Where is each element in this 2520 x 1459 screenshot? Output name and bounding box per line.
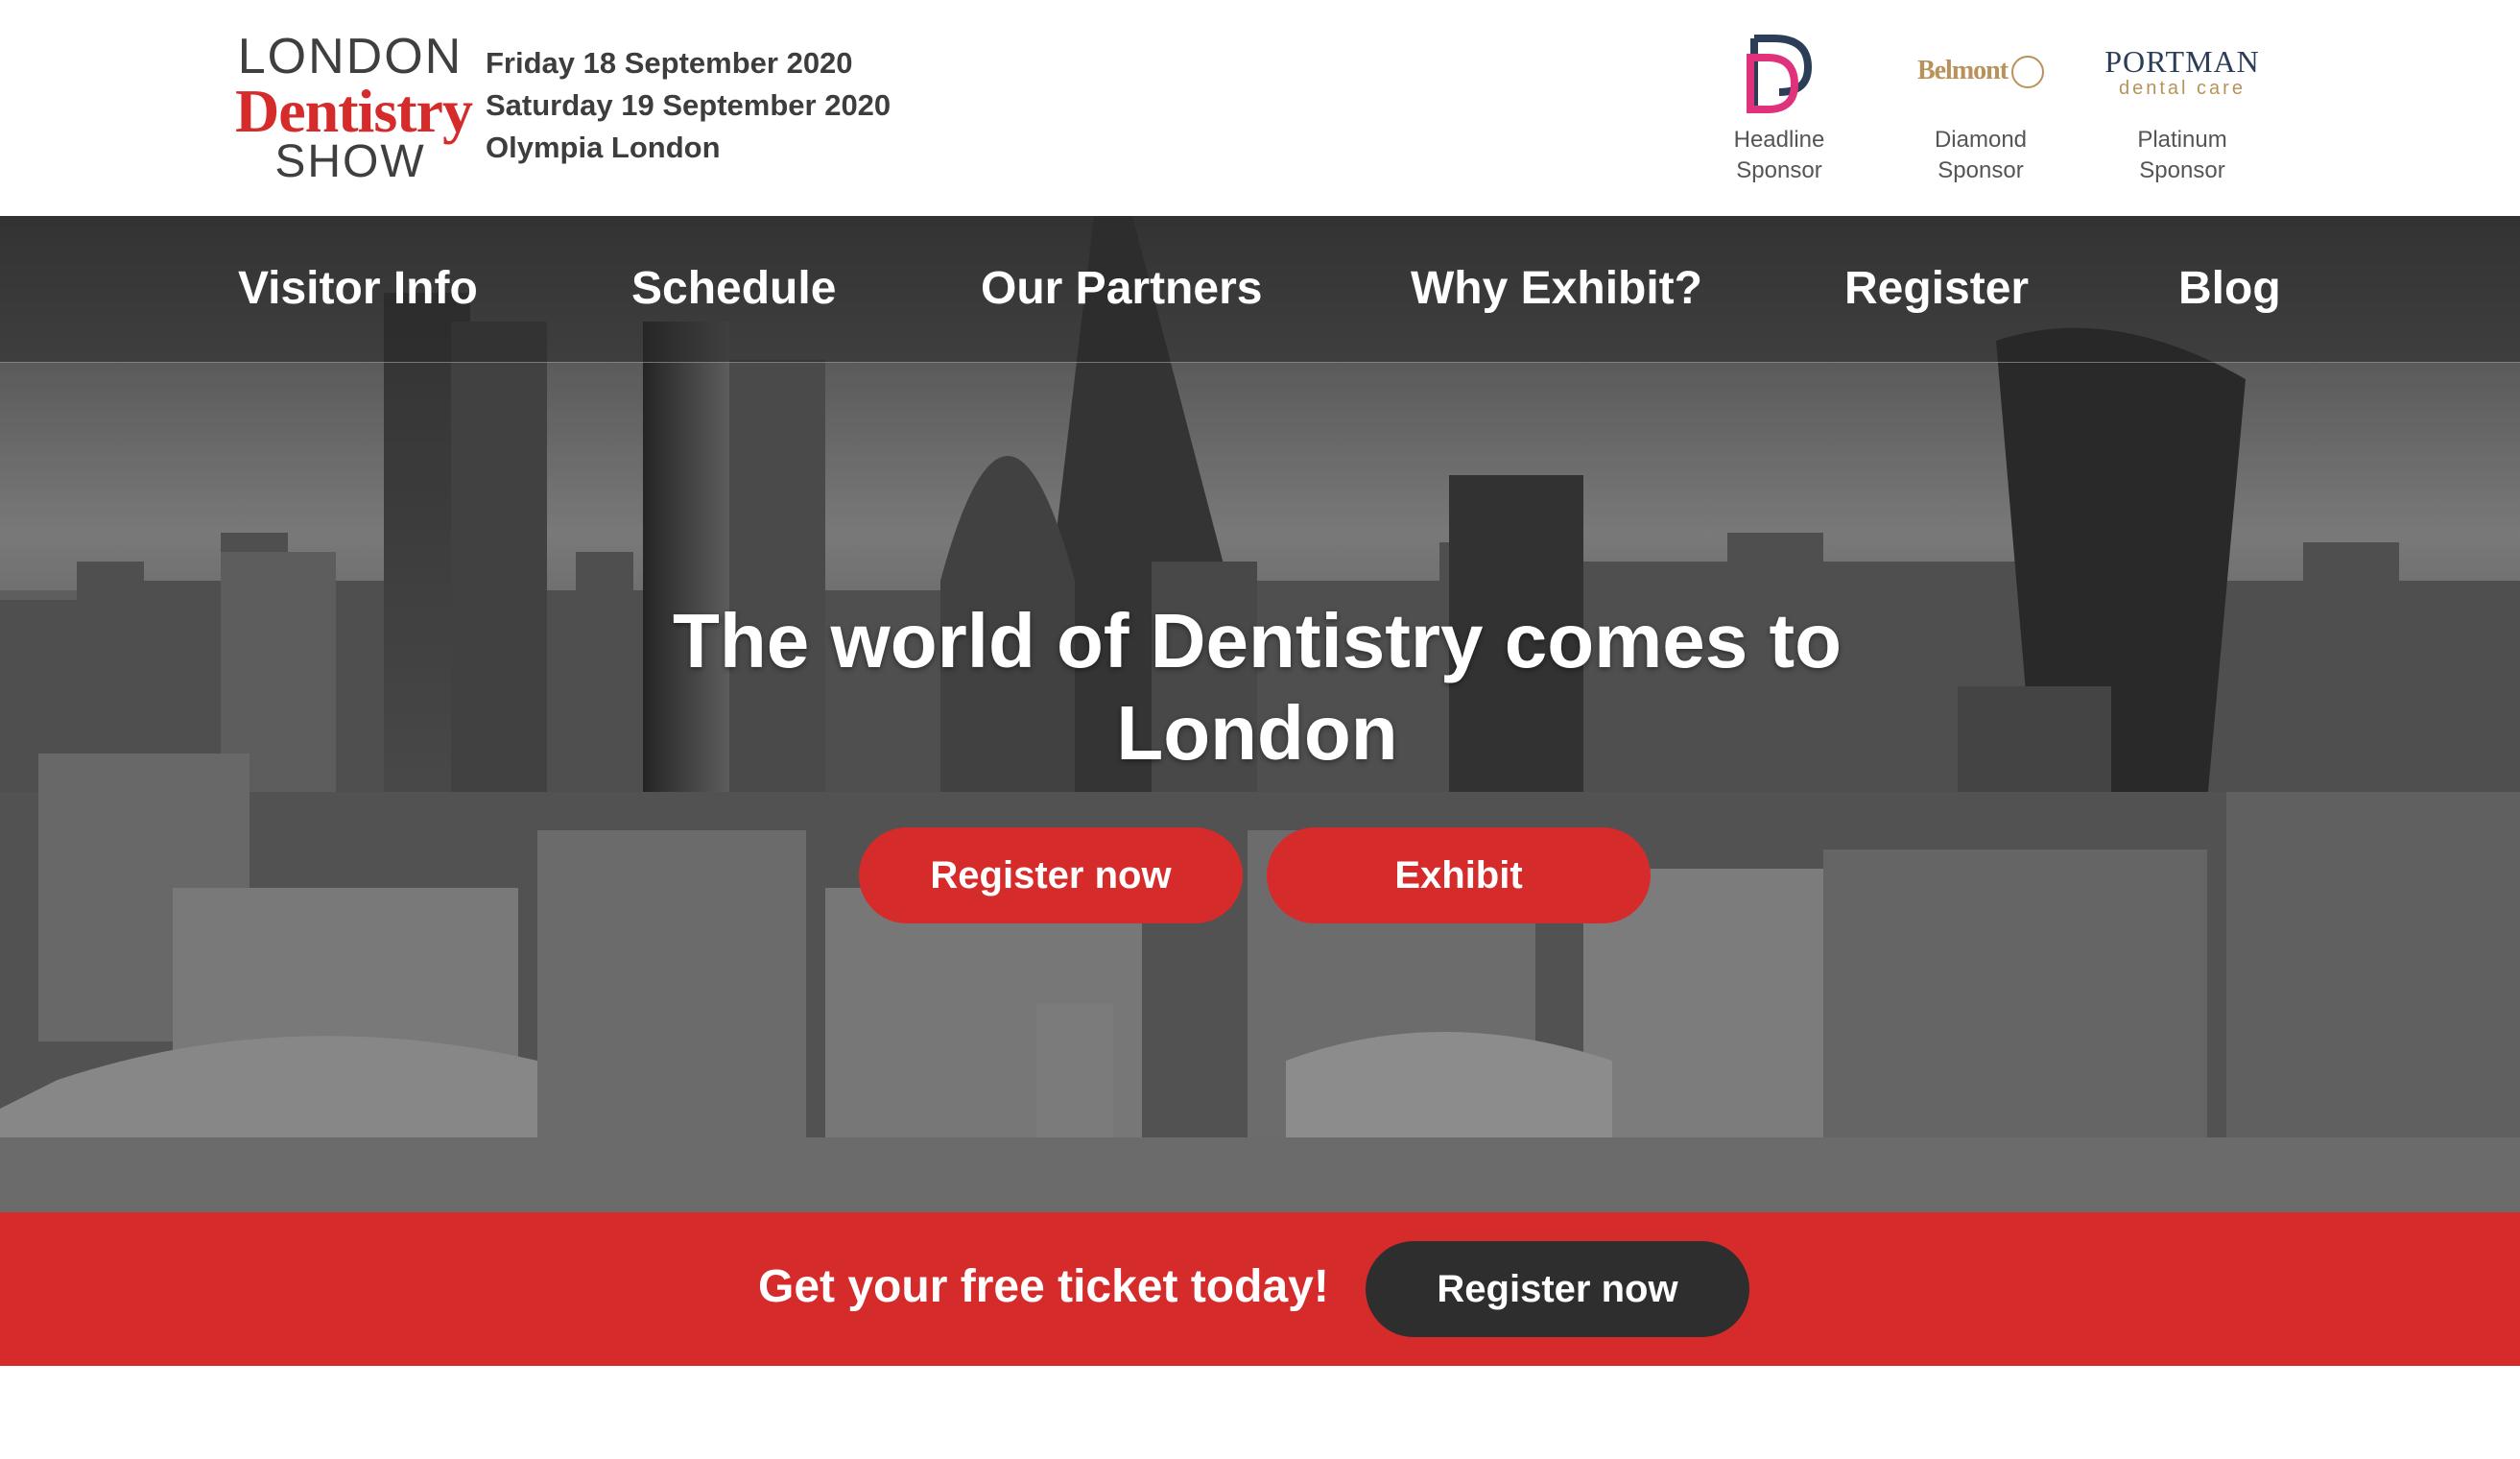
platinum-sponsor[interactable]: PORTMAN dental care Platinum Sponsor [2086,19,2278,186]
event-date-2: Saturday 19 September 2020 [486,88,892,122]
nav-our-partners[interactable]: Our Partners [981,262,1262,315]
diamond-sponsor[interactable]: Belmont Diamond Sponsor [1885,19,2077,186]
banner-register-button[interactable]: Register now [1366,1241,1749,1337]
nav-why-exhibit[interactable]: Why Exhibit? [1411,262,1702,315]
event-date-1: Friday 18 September 2020 [486,46,853,80]
free-ticket-banner: Get your free ticket today! Register now [0,1212,2520,1366]
sponsor-caption: Platinum Sponsor [2137,127,2227,183]
event-venue: Olympia London [486,131,721,164]
belmont-badge-icon [2011,56,2045,89]
hero-register-button[interactable]: Register now [859,827,1243,923]
main-nav: Visitor Info Schedule Our Partners Why E… [0,216,2520,363]
portman-logo-text: PORTMAN [2104,44,2260,79]
sponsors: Headline Sponsor Belmont Diamond Sponsor P… [1689,19,2259,192]
logo-line-show: SHOW [274,136,426,187]
dd-logo-icon [1683,19,1875,125]
nav-blog[interactable]: Blog [2178,262,2281,315]
nav-register[interactable]: Register [1844,262,2029,315]
hero-exhibit-button[interactable]: Exhibit [1267,827,1651,923]
belmont-logo-icon: Belmont [1885,19,2077,125]
site-header: LONDON Dentistry SHOW Friday 18 Septembe… [0,0,2520,216]
event-info: Friday 18 September 2020 Saturday 19 Sep… [486,42,891,169]
nav-visitor-info[interactable]: Visitor Info [238,262,478,315]
sponsor-caption: Diamond Sponsor [1934,127,2028,183]
hero-title: The world of Dentistry comes to London [673,598,1842,776]
nav-schedule[interactable]: Schedule [631,262,836,315]
belmont-logo-text: Belmont [1916,55,2009,85]
headline-sponsor[interactable]: Headline Sponsor [1683,19,1875,186]
portman-logo-subtext: dental care [2119,78,2246,99]
portman-logo-icon: PORTMAN dental care [2086,19,2278,125]
hero-section: Visitor Info Schedule Our Partners Why E… [0,216,2520,1212]
sponsor-caption: Headline Sponsor [1733,127,1825,183]
free-ticket-text: Get your free ticket today! [758,1261,1329,1312]
london-dentistry-show-logo[interactable]: LONDON Dentistry SHOW [235,29,473,186]
logo-line-dentistry: Dentistry [235,77,473,145]
